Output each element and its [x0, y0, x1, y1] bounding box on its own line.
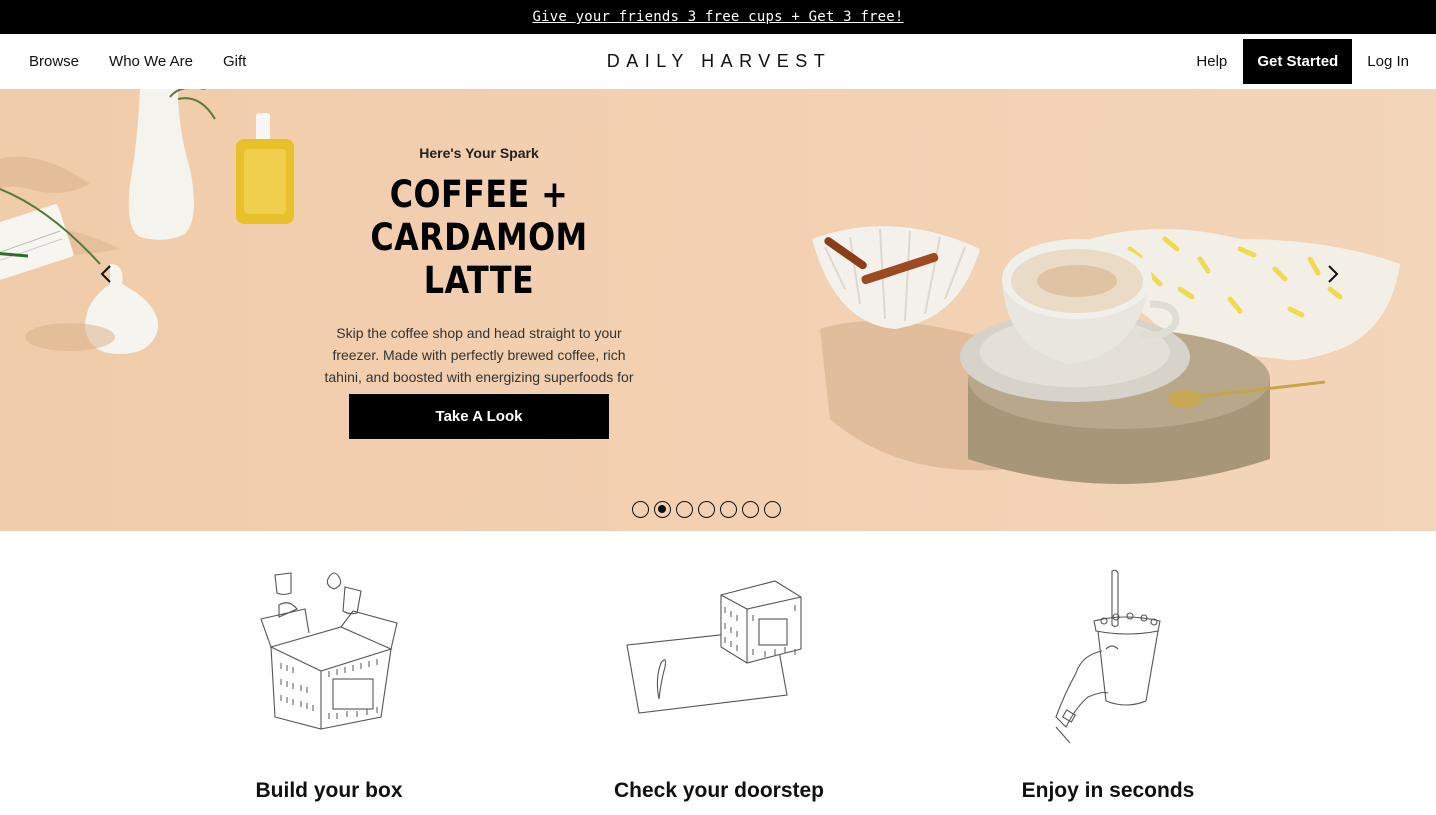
doorstep-icon	[626, 580, 802, 714]
step-build-box: Build your box	[179, 531, 479, 815]
tall-vase	[128, 89, 216, 240]
step-enjoy-seconds: Enjoy in seconds	[958, 531, 1258, 815]
carousel-dot[interactable]	[742, 501, 759, 518]
login-link[interactable]: Log In	[1367, 53, 1409, 70]
site-header: Browse Who We Are Gift DAILY HARVEST Hel…	[0, 34, 1436, 89]
promo-link[interactable]: Give your friends 3 free cups + Get 3 fr…	[532, 9, 903, 25]
logo[interactable]: DAILY HARVEST	[600, 34, 838, 89]
carousel-dot[interactable]	[720, 501, 737, 518]
chevron-left-icon	[100, 265, 111, 283]
take-a-look-button[interactable]: Take A Look	[349, 394, 609, 439]
get-started-button[interactable]: Get Started	[1243, 39, 1353, 84]
hero-eyebrow: Here's Your Spark	[419, 145, 539, 161]
how-it-works: Build your box Check your doorstep Enjoy…	[0, 531, 1436, 815]
nav-gift[interactable]: Gift	[223, 53, 246, 70]
notebook-illustration	[0, 204, 74, 283]
step-check-doorstep: Check your doorstep	[569, 531, 869, 815]
carousel-dot[interactable]	[632, 501, 649, 518]
hero-title: COFFEE + CARDAMOM LATTE	[370, 173, 588, 302]
box-icon	[260, 572, 398, 730]
oil-bottle	[236, 113, 294, 224]
account-nav: Help Get Started Log In	[1196, 34, 1409, 89]
carousel-dot[interactable]	[698, 501, 715, 518]
help-link[interactable]: Help	[1196, 53, 1227, 70]
hero-carousel: Here's Your Spark COFFEE + CARDAMOM LATT…	[0, 89, 1436, 531]
primary-nav: Browse Who We Are Gift	[29, 34, 246, 89]
carousel-prev-button[interactable]	[95, 262, 119, 286]
cinnamon-bowl	[812, 226, 980, 329]
chevron-right-icon	[1328, 265, 1339, 283]
nav-browse[interactable]: Browse	[29, 53, 79, 70]
carousel-dot[interactable]	[654, 501, 671, 518]
step-title: Build your box	[255, 779, 403, 802]
step-title: Check your doorstep	[613, 779, 825, 802]
carousel-next-button[interactable]	[1320, 262, 1344, 286]
hero-copy: Here's Your Spark COFFEE + CARDAMOM LATT…	[300, 145, 658, 410]
hero-image	[0, 89, 1400, 484]
step-title: Enjoy in seconds	[1021, 779, 1195, 802]
carousel-dots	[632, 501, 781, 518]
carousel-dot[interactable]	[676, 501, 693, 518]
nav-who-we-are[interactable]: Who We Are	[109, 53, 193, 70]
cup-in-hand-icon	[1055, 569, 1161, 744]
carousel-dot[interactable]	[764, 501, 781, 518]
promo-bar: Give your friends 3 free cups + Get 3 fr…	[0, 0, 1436, 34]
small-vase	[25, 264, 159, 354]
